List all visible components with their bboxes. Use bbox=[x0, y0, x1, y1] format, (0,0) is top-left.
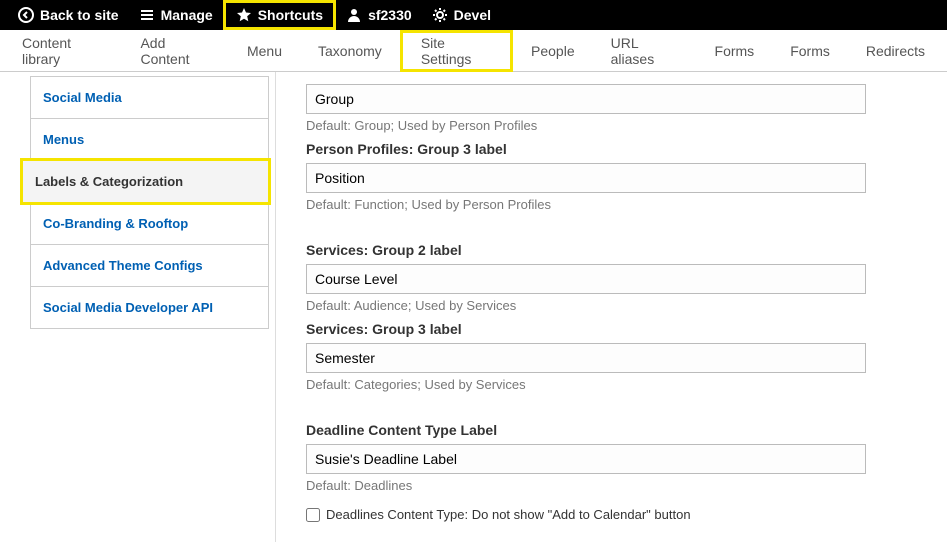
star-icon bbox=[236, 7, 252, 23]
devel-link[interactable]: Devel bbox=[422, 0, 501, 30]
sidebar-item-co-branding[interactable]: Co-Branding & Rooftop bbox=[30, 202, 269, 245]
back-label: Back to site bbox=[40, 7, 119, 23]
back-arrow-icon bbox=[18, 7, 34, 23]
user-icon bbox=[346, 7, 362, 23]
help-text: Default: Deadlines bbox=[306, 478, 917, 493]
devel-label: Devel bbox=[454, 7, 491, 23]
field-label: Services: Group 3 label bbox=[306, 321, 917, 337]
tab-add-content[interactable]: Add Content bbox=[122, 30, 229, 72]
field-label: Person Profiles: Group 3 label bbox=[306, 141, 917, 157]
deadline-hide-calendar-checkbox[interactable] bbox=[306, 508, 320, 522]
sidebar-item-menus[interactable]: Menus bbox=[30, 118, 269, 161]
help-text: Default: Group; Used by Person Profiles bbox=[306, 118, 917, 133]
services-group2-input[interactable] bbox=[306, 264, 866, 294]
tab-people[interactable]: People bbox=[513, 30, 593, 72]
help-text: Default: Audience; Used by Services bbox=[306, 298, 917, 313]
shortcuts-link[interactable]: Shortcuts bbox=[223, 0, 336, 30]
sidebar-item-labels-categorization[interactable]: Labels & Categorization bbox=[22, 160, 269, 203]
tab-menu[interactable]: Menu bbox=[229, 30, 300, 72]
settings-sidebar: Social Media Menus Labels & Categorizati… bbox=[0, 72, 275, 542]
user-label: sf2330 bbox=[368, 7, 412, 23]
hamburger-icon bbox=[139, 7, 155, 23]
help-text: Default: Categories; Used by Services bbox=[306, 377, 917, 392]
user-link[interactable]: sf2330 bbox=[336, 0, 422, 30]
person-profiles-group3-input[interactable] bbox=[306, 163, 866, 193]
field-label: Services: Group 2 label bbox=[306, 242, 917, 258]
gear-icon bbox=[432, 7, 448, 23]
sidebar-item-social-api[interactable]: Social Media Developer API bbox=[30, 286, 269, 329]
tab-content-library[interactable]: Content library bbox=[4, 30, 122, 72]
deadline-label-input[interactable] bbox=[306, 444, 866, 474]
tab-url-aliases[interactable]: URL aliases bbox=[593, 30, 697, 72]
manage-label: Manage bbox=[161, 7, 213, 23]
person-profiles-group2-input[interactable] bbox=[306, 84, 866, 114]
tab-redirects[interactable]: Redirects bbox=[848, 30, 943, 72]
checkbox-label: Deadlines Content Type: Do not show "Add… bbox=[326, 507, 691, 522]
admin-topbar: Back to site Manage Shortcuts sf2330 Dev… bbox=[0, 0, 947, 30]
tab-forms-1[interactable]: Forms bbox=[697, 30, 773, 72]
back-to-site-link[interactable]: Back to site bbox=[8, 0, 129, 30]
tab-site-settings[interactable]: Site Settings bbox=[400, 30, 513, 72]
tab-forms-2[interactable]: Forms bbox=[772, 30, 848, 72]
field-label: Deadline Content Type Label bbox=[306, 422, 917, 438]
shortcuts-label: Shortcuts bbox=[258, 7, 323, 23]
sidebar-item-social-media[interactable]: Social Media bbox=[30, 76, 269, 119]
tab-taxonomy[interactable]: Taxonomy bbox=[300, 30, 400, 72]
services-group3-input[interactable] bbox=[306, 343, 866, 373]
deadline-hide-calendar-row[interactable]: Deadlines Content Type: Do not show "Add… bbox=[306, 507, 917, 522]
sidebar-item-advanced-theme[interactable]: Advanced Theme Configs bbox=[30, 244, 269, 287]
admin-tabs: Content library Add Content Menu Taxonom… bbox=[0, 30, 947, 72]
manage-link[interactable]: Manage bbox=[129, 0, 223, 30]
settings-form: Default: Group; Used by Person Profiles … bbox=[275, 72, 947, 542]
help-text: Default: Function; Used by Person Profil… bbox=[306, 197, 917, 212]
